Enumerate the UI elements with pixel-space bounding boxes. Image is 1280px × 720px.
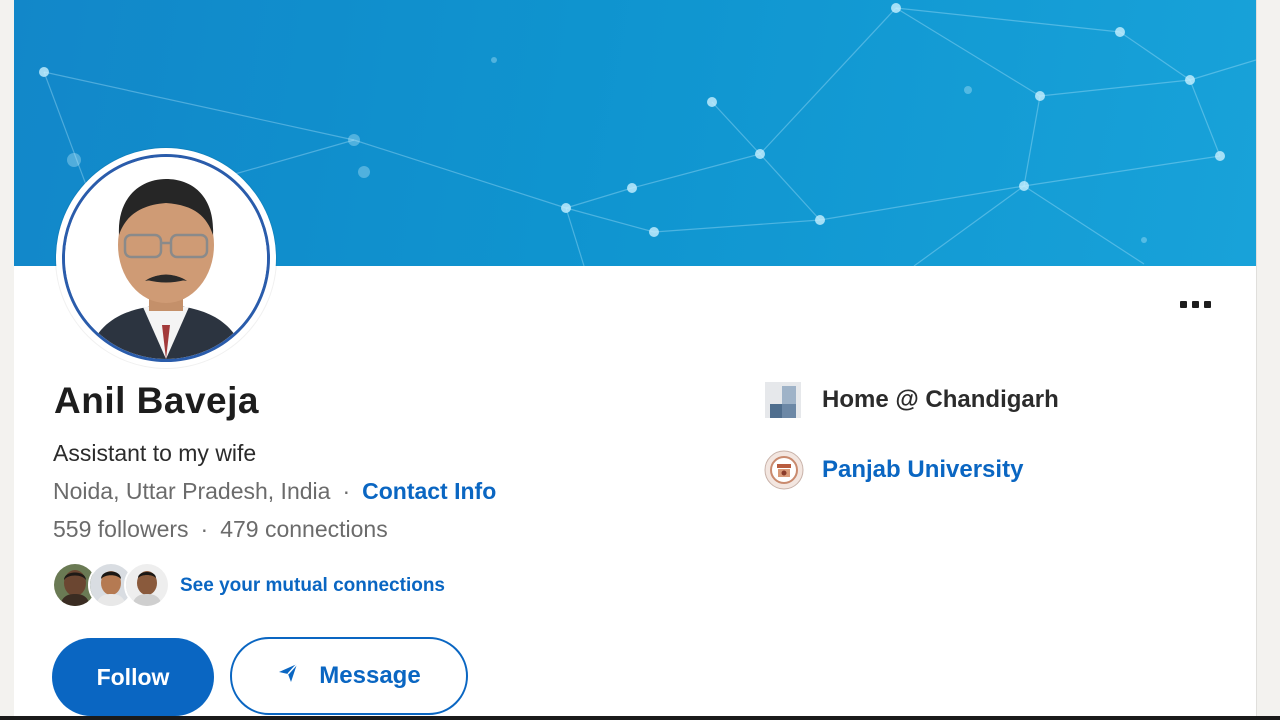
message-label: Message (319, 662, 421, 689)
message-button[interactable]: Message (230, 637, 468, 715)
school-name: Panjab University (822, 456, 1024, 483)
company-name: Home @ Chandigarh (822, 386, 1059, 413)
followers-count[interactable]: 559 followers (53, 516, 189, 542)
mutual-connections-link[interactable]: See your mutual connections (180, 575, 445, 597)
contact-info-link[interactable]: Contact Info (362, 478, 496, 504)
university-seal-icon (764, 450, 804, 490)
profile-location: Noida, Uttar Pradesh, India (53, 478, 331, 504)
screen: Anil Baveja Assistant to my wife Noida, … (0, 0, 1280, 720)
mutual-avatar (124, 562, 170, 608)
stats-row: 559 followers · 479 connections (53, 516, 388, 543)
profile-headline: Assistant to my wife (53, 440, 257, 466)
separator-dot: · (342, 478, 351, 504)
separator-dot: · (200, 516, 209, 542)
company-logo-icon (764, 380, 804, 420)
connections-count[interactable]: 479 connections (220, 516, 388, 542)
current-company[interactable]: Home @ Chandigarh (764, 380, 1059, 420)
profile-card: Anil Baveja Assistant to my wife Noida, … (14, 0, 1257, 716)
bottom-edge (0, 716, 1280, 720)
education-school[interactable]: Panjab University (764, 450, 1023, 490)
more-horizontal-icon (1180, 301, 1187, 308)
follow-button[interactable]: Follow (52, 638, 214, 716)
profile-name: Anil Baveja (54, 380, 259, 421)
avatar-photo (62, 154, 270, 362)
location-row: Noida, Uttar Pradesh, India · Contact Info (53, 478, 496, 505)
more-actions-button[interactable] (1176, 288, 1216, 320)
profile-avatar[interactable] (56, 148, 276, 368)
send-icon (277, 662, 299, 691)
mutual-connections[interactable]: See your mutual connections (52, 562, 512, 612)
